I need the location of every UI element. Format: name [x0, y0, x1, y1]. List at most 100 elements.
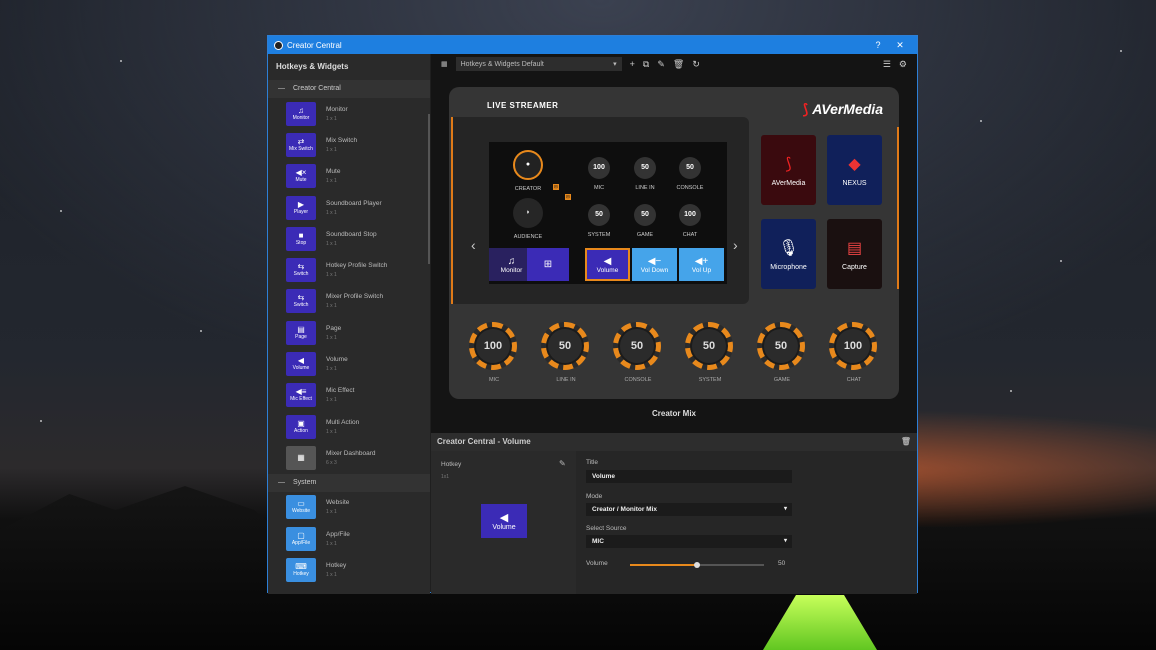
person-icon: ● [513, 150, 543, 180]
channel-creator[interactable]: ● CREATOR [503, 150, 553, 192]
channel-chat[interactable]: 100 CHAT [665, 204, 715, 238]
sidebar-item-monitor[interactable]: ♫ Monitor Monitor 1 x 1 [268, 98, 430, 129]
sidebar-scrollbar[interactable] [428, 114, 430, 264]
gear-icon[interactable]: ⚙ [899, 59, 907, 70]
tile-avermedia[interactable]: ⟆ AVerMedia [761, 135, 816, 205]
sidebar-item-mixer-dashboard[interactable]: ▦ Mixer Dashboard 6 x 3 [268, 442, 430, 473]
sidebar-item-website[interactable]: ▭ Website Website 1 x 1 [268, 492, 430, 523]
toolbar: ▦ Hotkeys & Widgets Default ▾ + ⧉ ✎ 🗑 ↻ … [431, 54, 917, 74]
widget-glyph-icon: ◀≡ [295, 387, 307, 397]
sidebar-item-mixer-profile-switch[interactable]: ⇆ Switch Mixer Profile Switch 1 x 1 [268, 286, 430, 317]
mode-select[interactable]: Creator / Monitor Mix ▾ [586, 503, 792, 516]
refresh-icon[interactable]: ↻ [692, 59, 700, 70]
widget-icon: ▤ Page [286, 320, 316, 345]
profile-select[interactable]: Hotkeys & Widgets Default ▾ [455, 57, 622, 71]
widget-text: Multi Action 1 x 1 [326, 418, 360, 435]
sidebar-item-mic-effect[interactable]: ◀≡ Mic Effect Mic Effect 1 x 1 [268, 380, 430, 411]
widget-text: Mixer Dashboard 6 x 3 [326, 449, 376, 466]
channel-system[interactable]: 50 SYSTEM [574, 204, 624, 238]
trash-icon[interactable]: 🗑 [673, 59, 684, 70]
volume-label: Volume [586, 560, 608, 567]
add-icon[interactable]: + [630, 59, 635, 69]
hotkey-preview: ◀ Volume [481, 504, 527, 538]
knob-chat[interactable]: 100 CHAT [829, 322, 879, 383]
knob-line-in[interactable]: 50 LINE IN [541, 322, 591, 383]
source-label: Select Source [586, 525, 627, 532]
collapse-icon: — [278, 85, 285, 92]
knob-mic[interactable]: 100 MIC [469, 322, 519, 383]
knob-system[interactable]: 50 SYSTEM [685, 322, 735, 383]
sidebar-item-volume[interactable]: ◀ Volume Volume 1 x 1 [268, 348, 430, 379]
speaker-icon: ◗ [513, 198, 543, 228]
channel-mic[interactable]: 100 MIC [574, 157, 624, 191]
app-window: Creator Central ? ✕ Hotkeys & Widgets — C… [267, 35, 918, 594]
chevron-down-icon: ▾ [613, 61, 617, 68]
widget-icon: ◀ Volume [286, 352, 316, 377]
channel-console[interactable]: 50 CONSOLE [665, 157, 715, 191]
volume-down-icon: ◀− [647, 255, 662, 267]
widget-text: Hotkey Profile Switch 1 x 1 [326, 262, 388, 279]
widget-text: Hotkey 1 x 1 [326, 561, 347, 578]
widget-icon: ■ Stop [286, 226, 316, 251]
tile-nexus[interactable]: ◆ NEXUS [827, 135, 882, 205]
sidebar-item-soundboard-stop[interactable]: ■ Stop Soundboard Stop 1 x 1 [268, 223, 430, 254]
channel-audience[interactable]: ◗ AUDIENCE [503, 198, 553, 240]
group-system[interactable]: — System [268, 473, 430, 492]
group-creator-central[interactable]: — Creator Central [268, 80, 430, 98]
hotkey-preview-pane: Hotkey 1x1 ✎ ◀ Volume [431, 451, 576, 594]
avermedia-icon: ⟆ [785, 155, 792, 173]
sidebar-item-mix-switch[interactable]: ⇄ Mix Switch Mix Switch 1 x 1 [268, 129, 430, 160]
sidebar-item-mute[interactable]: ◀× Mute Mute 1 x 1 [268, 161, 430, 192]
widget-key-vol-up[interactable]: ◀+ Vol Up [679, 248, 724, 281]
channel-game[interactable]: 50 GAME [620, 204, 670, 238]
channel-line-in[interactable]: 50 LINE IN [620, 157, 670, 191]
help-button[interactable]: ? [867, 40, 889, 50]
source-select[interactable]: MIC ▾ [586, 535, 792, 548]
close-button[interactable]: ✕ [889, 40, 911, 51]
pencil-icon[interactable]: ✎ [559, 459, 566, 468]
drag-preview[interactable]: ⊞ [527, 248, 569, 281]
mode-label: Mode [586, 493, 603, 500]
widget-icon: ⌨ Hotkey [286, 557, 316, 582]
layout-icon[interactable]: ▦ [441, 60, 448, 68]
trash-icon[interactable]: 🗑 [901, 433, 911, 451]
mix-label: Creator Mix [651, 409, 696, 418]
slider-thumb[interactable] [694, 562, 700, 568]
duplicate-icon[interactable]: ⧉ [643, 59, 649, 70]
star [120, 60, 122, 62]
tile-microphone[interactable]: 🎙 Microphone [761, 219, 816, 289]
widget-glyph-icon: ◀× [295, 168, 307, 178]
star [1120, 50, 1122, 52]
volume-slider[interactable] [630, 562, 764, 568]
chevron-right-icon[interactable]: › [733, 237, 738, 253]
star [1060, 260, 1062, 262]
list-icon[interactable]: ☰ [883, 59, 891, 70]
sidebar-item-hotkey-profile-switch[interactable]: ⇆ Switch Hotkey Profile Switch 1 x 1 [268, 254, 430, 285]
headphones-icon: ♫ [507, 255, 516, 267]
tile-capture[interactable]: ▤ Capture [827, 219, 882, 289]
widget-glyph-icon: ⌨ [295, 561, 307, 571]
widget-text: Mic Effect 1 x 1 [326, 387, 355, 404]
widget-icon: ▭ Website [286, 495, 316, 520]
sidebar-item-hotkey[interactable]: ⌨ Hotkey Hotkey 1 x 1 [268, 554, 430, 585]
widget-icon: ◀× Mute [286, 164, 316, 189]
knob-console[interactable]: 50 CONSOLE [613, 322, 663, 383]
edit-icon[interactable]: ✎ [657, 59, 665, 70]
widget-key-vol-down[interactable]: ◀− Vol Down [632, 248, 677, 281]
knob-game[interactable]: 50 GAME [757, 322, 807, 383]
microphone-icon: 🎙 [778, 239, 799, 257]
sidebar-item-soundboard-player[interactable]: ▶ Player Soundboard Player 1 x 1 [268, 192, 430, 223]
chevron-left-icon[interactable]: ‹ [471, 237, 476, 253]
sidebar-item-app-file[interactable]: ▢ App/File App/File 1 x 1 [268, 523, 430, 554]
sidebar-header: Hotkeys & Widgets [276, 62, 349, 71]
widget-key-volume[interactable]: ◀ Volume [585, 248, 630, 281]
settings-panel: Creator Central - Volume 🗑 Hotkey 1x1 ✎ … [431, 433, 917, 594]
widget-icon: ⇆ Switch [286, 258, 316, 283]
sidebar-item-page[interactable]: ▤ Page Page 1 x 1 [268, 317, 430, 348]
title-input[interactable]: Volume [586, 470, 792, 483]
widget-glyph-icon: ⇆ [297, 293, 305, 303]
widget-glyph-icon: ⇄ [297, 136, 305, 146]
widget-text: Volume 1 x 1 [326, 356, 348, 373]
widget-text: Website 1 x 1 [326, 499, 350, 516]
sidebar-item-multi-action[interactable]: ▣ Action Multi Action 1 x 1 [268, 411, 430, 442]
